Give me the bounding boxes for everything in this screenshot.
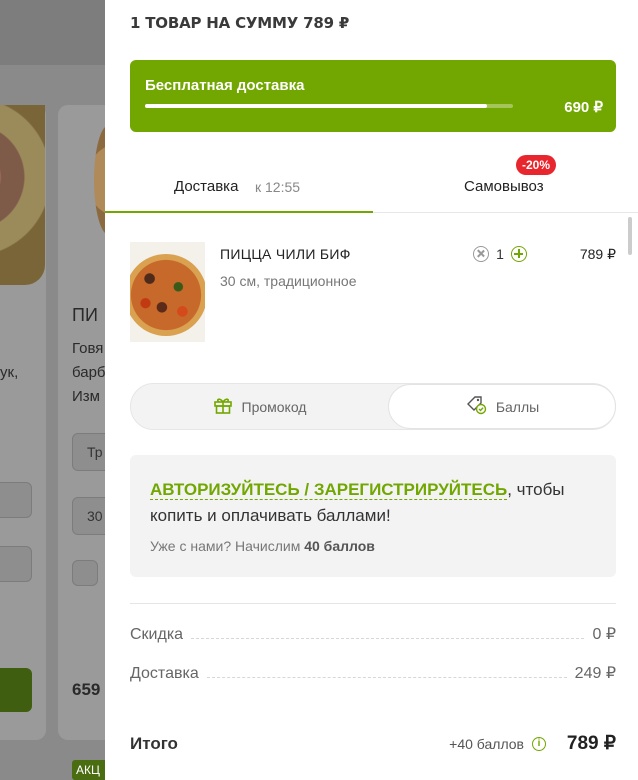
points-label: Баллы <box>495 398 540 415</box>
summary-delivery-row: Доставка 249 ₽ <box>130 661 616 683</box>
item-name: ПИЦЦА ЧИЛИ БИФ <box>220 246 351 262</box>
background-select <box>0 482 32 518</box>
promo-code-option[interactable]: Промокод <box>131 384 388 429</box>
free-delivery-progress-fill <box>145 104 488 108</box>
free-delivery-remaining: 690 ₽ <box>564 99 603 116</box>
points-tag-icon <box>465 395 487 418</box>
total-label: Итого <box>130 734 178 753</box>
plus-icon[interactable] <box>511 246 527 262</box>
remove-icon[interactable] <box>473 246 489 262</box>
discount-value: 0 ₽ <box>592 626 616 643</box>
total-bonus: +40 баллов i <box>449 736 546 752</box>
auth-register-link[interactable]: АВТОРИЗУЙТЕСЬ / ЗАРЕГИСТРИРУЙТЕСЬ <box>150 480 508 500</box>
cart-title: 1 ТОВАР НА СУММУ 789 ₽ <box>130 14 350 32</box>
auth-promo-box: АВТОРИЗУЙТЕСЬ / ЗАРЕГИСТРИРУЙТЕСЬ, чтобы… <box>130 455 616 577</box>
info-icon[interactable]: i <box>532 737 546 751</box>
background-card-title: ПИ <box>72 305 98 325</box>
free-delivery-progress <box>145 104 513 108</box>
auth-bonus-points: 40 баллов <box>304 538 375 554</box>
delivery-value: 249 ₽ <box>574 665 616 682</box>
background-select <box>0 546 32 582</box>
summary-total-row: Итого +40 баллов i 789 ₽ <box>130 731 616 755</box>
delivery-label: Доставка <box>130 665 199 682</box>
gift-icon <box>213 395 233 418</box>
item-description: 30 см, традиционное <box>220 273 357 289</box>
discount-label: Скидка <box>130 626 184 643</box>
free-delivery-banner: Бесплатная доставка 690 ₽ <box>130 60 616 132</box>
free-delivery-label: Бесплатная доставка <box>145 77 305 94</box>
total-value: 789 ₽ <box>566 733 616 754</box>
order-type-tabs: Доставка к 12:55 -20% Самовывоз <box>105 150 638 213</box>
background-add-button <box>0 668 32 712</box>
background-header <box>0 0 105 65</box>
scrollbar-thumb[interactable] <box>628 217 632 255</box>
promo-code-label: Промокод <box>241 398 307 415</box>
background-price: 659 <box>72 680 101 699</box>
background-checkbox <box>72 560 98 586</box>
background-pizza-image <box>0 105 45 285</box>
background-desc-line: Изм <box>72 388 100 405</box>
summary-discount-row: Скидка 0 ₽ <box>130 622 616 644</box>
pickup-discount-badge: -20% <box>516 155 557 175</box>
divider <box>130 603 616 604</box>
background-desc-line: барб <box>72 364 106 381</box>
background-desc-line: ук, <box>0 364 19 381</box>
quantity-stepper: 1 <box>473 244 527 264</box>
item-quantity: 1 <box>496 246 504 262</box>
background-desc-line: Говя <box>72 340 104 357</box>
item-price: 789 ₽ <box>579 246 616 262</box>
cart-item: ПИЦЦА ЧИЛИ БИФ 30 см, традиционное 1 789… <box>130 242 616 344</box>
promo-points-toggle: Промокод Баллы <box>130 383 616 430</box>
auth-bonus-note: Уже с нами? Начислим 40 баллов <box>150 538 375 554</box>
tab-pickup[interactable]: -20% Самовывоз <box>373 150 638 213</box>
pizza-image <box>130 242 205 342</box>
cart-panel: 1 ТОВАР НА СУММУ 789 ₽ Бесплатная достав… <box>105 0 638 780</box>
points-option[interactable]: Баллы <box>388 384 616 429</box>
tab-delivery-time: к 12:55 <box>255 179 301 195</box>
auth-message: АВТОРИЗУЙТЕСЬ / ЗАРЕГИСТРИРУЙТЕСЬ, чтобы… <box>150 477 600 529</box>
tab-delivery[interactable]: Доставка к 12:55 <box>105 150 373 213</box>
tab-pickup-label: Самовывоз <box>464 178 544 195</box>
tab-delivery-label: Доставка <box>174 178 239 195</box>
